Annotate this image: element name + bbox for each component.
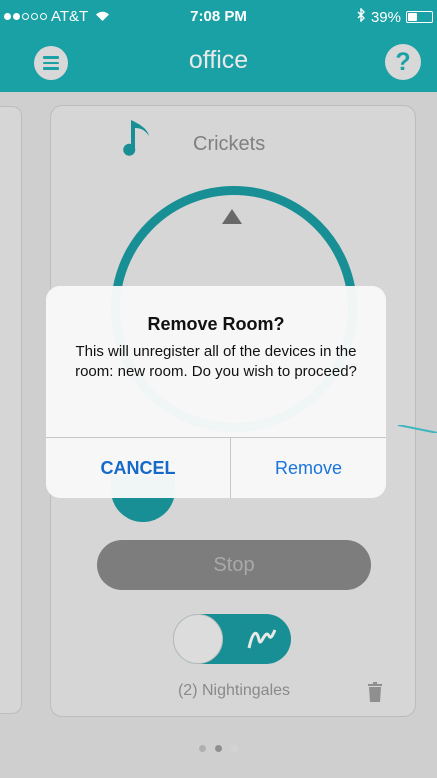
battery-group: 39% xyxy=(357,7,433,26)
wave-icon xyxy=(247,629,277,649)
page-indicator[interactable] xyxy=(0,745,437,752)
alert-message: This will unregister all of the devices … xyxy=(75,343,357,380)
cancel-button[interactable]: CANCEL xyxy=(46,438,230,498)
next-card-edge xyxy=(398,425,437,433)
help-button[interactable]: ? xyxy=(385,44,421,80)
previous-card[interactable] xyxy=(0,106,22,714)
sound-toggle[interactable] xyxy=(173,614,291,664)
status-bar: AT&T 7:08 PM 39% xyxy=(0,0,437,34)
volume-up-icon[interactable] xyxy=(222,209,242,224)
bluetooth-icon xyxy=(357,7,366,26)
sound-name: Crickets xyxy=(193,133,266,155)
music-note-icon xyxy=(123,120,149,156)
alert-title: Remove Room? xyxy=(147,314,285,334)
battery-icon xyxy=(406,11,433,23)
page-dot[interactable] xyxy=(199,745,206,752)
battery-percent: 39% xyxy=(370,8,401,26)
nav-bar: office ? xyxy=(0,34,437,92)
trash-icon[interactable] xyxy=(367,682,383,702)
remove-room-alert: Remove Room? This will unregister all of… xyxy=(46,286,386,498)
page-title: office xyxy=(188,46,249,74)
page-dot-active[interactable] xyxy=(215,745,222,752)
toggle-thumb[interactable] xyxy=(173,614,223,664)
device-name: (2) Nightingales xyxy=(177,682,291,699)
remove-button[interactable]: Remove xyxy=(231,438,386,498)
page-dot[interactable] xyxy=(231,745,238,752)
stop-button[interactable]: Stop xyxy=(97,540,371,590)
